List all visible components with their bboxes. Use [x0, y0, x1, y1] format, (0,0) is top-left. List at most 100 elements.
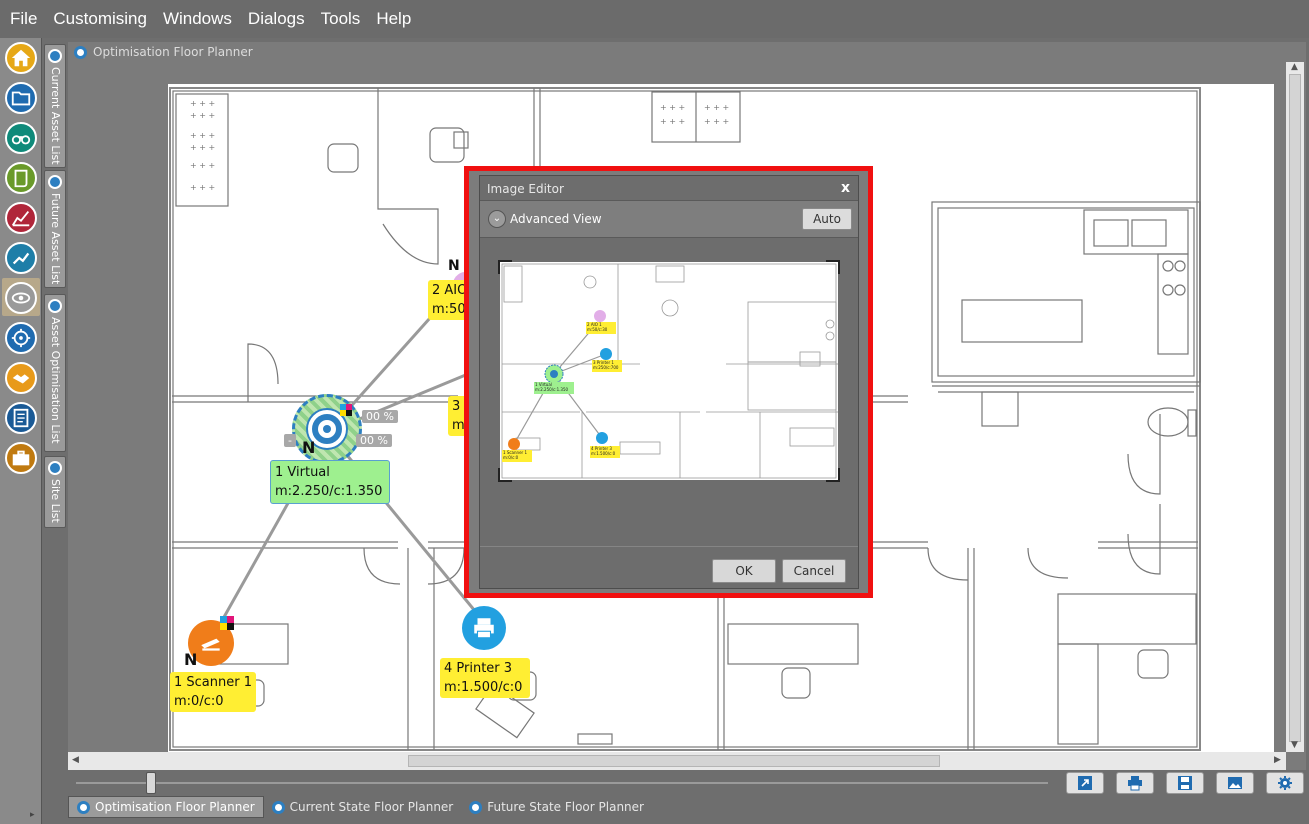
percent-tag: 00 %: [362, 410, 398, 423]
preview-label: 1 Virtual m:2.250/c:1.350: [535, 382, 569, 392]
menu-windows[interactable]: Windows: [155, 0, 240, 38]
device-badge: N: [448, 258, 460, 274]
printer-device-icon[interactable]: [462, 606, 506, 650]
vtab-asset-optimisation-list[interactable]: Asset Optimisation List: [44, 294, 66, 452]
settings-icon: [1278, 776, 1292, 790]
zoom-slider-track[interactable]: [76, 782, 1048, 784]
device-label-scanner[interactable]: 1 Scanner 1 m:0/c:0: [170, 672, 256, 712]
device-label-virtual[interactable]: 1 Virtual m:2.250/c:1.350: [270, 460, 390, 504]
print-button[interactable]: [1116, 772, 1154, 794]
menu-tools[interactable]: Tools: [313, 0, 369, 38]
handshake-icon[interactable]: [5, 362, 37, 394]
device-badge: N: [184, 650, 198, 669]
zoom-slider-handle[interactable]: [146, 772, 156, 794]
dialog-title: Image Editor: [487, 182, 564, 196]
vtab-site-list[interactable]: Site List: [44, 456, 66, 528]
close-icon[interactable]: x: [841, 180, 850, 196]
expand-icon: [1078, 776, 1092, 790]
scroll-up-icon[interactable]: ▲: [1291, 62, 1298, 72]
device-badge: N: [302, 438, 316, 457]
save-icon: [1178, 776, 1192, 790]
chevron-down-icon[interactable]: ⌄: [488, 210, 506, 228]
percent-tag: 00 %: [356, 434, 392, 447]
cancel-button[interactable]: Cancel: [782, 559, 846, 583]
auto-button[interactable]: Auto: [802, 208, 852, 230]
preview-floor-plan: [501, 263, 838, 479]
vertical-scrollbar[interactable]: ▲ ▼: [1286, 62, 1304, 752]
scroll-icon[interactable]: [5, 162, 37, 194]
vtab-future-asset-list[interactable]: Future Asset List: [44, 170, 66, 288]
binoculars-icon[interactable]: [5, 122, 37, 154]
report-icon[interactable]: [5, 402, 37, 434]
planner-toolbar: [68, 770, 1306, 796]
tab-icon: [48, 49, 62, 63]
briefcase-icon[interactable]: [5, 442, 37, 474]
svg-text:+ + +: + + +: [190, 131, 215, 140]
chart-icon[interactable]: [5, 202, 37, 234]
horizontal-scroll-thumb[interactable]: [408, 755, 940, 767]
menu-bar: File Customising Windows Dialogs Tools H…: [0, 0, 1309, 38]
preview-label: 3 Printer 1 m:250/c:700: [593, 360, 619, 370]
planner-icon: [469, 800, 483, 814]
crop-handle-top-left[interactable]: [498, 260, 512, 274]
menu-help[interactable]: Help: [368, 0, 419, 38]
eye-icon[interactable]: [5, 282, 37, 314]
preview-label: 2 AIO 1 m:50/c:30: [587, 322, 608, 332]
bottom-tab-bar: Optimisation Floor Planner Current State…: [68, 796, 1306, 820]
vtab-current-asset-list[interactable]: Current Asset List: [44, 44, 66, 168]
menu-dialogs[interactable]: Dialogs: [240, 0, 313, 38]
collapse-arrow-icon[interactable]: ▸: [30, 810, 35, 820]
svg-text:+ + +: + + +: [190, 183, 215, 192]
horizontal-scrollbar[interactable]: ◀ ▶: [68, 752, 1286, 770]
menu-customising[interactable]: Customising: [45, 0, 155, 38]
svg-text:+ + +: + + +: [660, 117, 685, 126]
advanced-view-toggle[interactable]: Advanced View: [510, 212, 602, 226]
advanced-view-bar: ⌄ Advanced View Auto: [480, 200, 858, 238]
preview-label: 1 Scanner 1 m:0/c:0: [503, 450, 527, 460]
app-window: File Customising Windows Dialogs Tools H…: [0, 0, 1309, 824]
home-icon[interactable]: [5, 42, 37, 74]
svg-text:+ + +: + + +: [190, 99, 215, 108]
scroll-left-icon[interactable]: ◀: [72, 755, 79, 765]
crop-handle-bottom-right[interactable]: [826, 468, 840, 482]
module-sidebar: ▸: [0, 38, 42, 824]
save-button[interactable]: [1166, 772, 1204, 794]
color-cartridge-icon: [220, 616, 234, 630]
tab-optimisation-floor-planner[interactable]: Optimisation Floor Planner: [68, 796, 264, 818]
tab-icon: [48, 299, 62, 313]
tab-current-state-floor-planner[interactable]: Current State Floor Planner: [264, 796, 462, 818]
image-editor-dialog: Image Editor x ⌄ Advanced View Auto 2 AI…: [479, 175, 859, 589]
device-label-printer[interactable]: 4 Printer 3 m:1.500/c:0: [440, 658, 530, 698]
planner-icon: [271, 800, 285, 814]
crop-handle-top-right[interactable]: [826, 260, 840, 274]
menu-file[interactable]: File: [2, 0, 45, 38]
expand-button[interactable]: [1066, 772, 1104, 794]
scroll-down-icon[interactable]: ▼: [1291, 740, 1298, 750]
tab-icon: [48, 175, 62, 189]
panel-title: Optimisation Floor Planner: [74, 45, 253, 59]
folder-icon[interactable]: [5, 82, 37, 114]
planner-icon: [74, 45, 87, 59]
settings-button[interactable]: [1266, 772, 1304, 794]
scroll-right-icon[interactable]: ▶: [1274, 755, 1281, 765]
svg-text:+ + +: + + +: [190, 161, 215, 170]
print-icon: [1128, 776, 1142, 791]
dialog-footer: OK Cancel: [480, 546, 858, 588]
vertical-tab-strip: Current Asset List Future Asset List Ass…: [42, 38, 66, 824]
svg-text:+ + +: + + +: [704, 103, 729, 112]
svg-text:+ + +: + + +: [190, 143, 215, 152]
svg-text:+ + +: + + +: [190, 111, 215, 120]
planner-icon: [77, 800, 90, 814]
crop-handle-bottom-left[interactable]: [498, 468, 512, 482]
image-preview[interactable]: 2 AIO 1 m:50/c:30 3 Printer 1 m:250/c:700 …: [500, 262, 838, 480]
ok-button[interactable]: OK: [712, 559, 776, 583]
svg-text:+ + +: + + +: [660, 103, 685, 112]
target-icon[interactable]: [5, 322, 37, 354]
vertical-scroll-thumb[interactable]: [1289, 74, 1301, 742]
trend-icon[interactable]: [5, 242, 37, 274]
color-cartridge-icon: [340, 404, 352, 416]
image-icon: [1228, 777, 1242, 789]
tab-future-state-floor-planner[interactable]: Future State Floor Planner: [461, 796, 652, 818]
percent-tag: -: [284, 434, 296, 447]
image-button[interactable]: [1216, 772, 1254, 794]
